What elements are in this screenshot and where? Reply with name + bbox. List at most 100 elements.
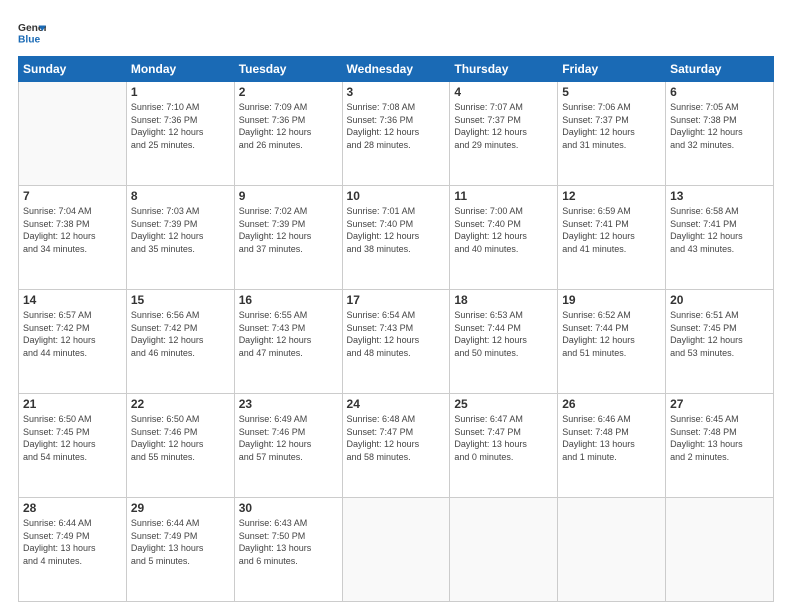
day-info: Sunrise: 6:50 AM Sunset: 7:45 PM Dayligh…: [23, 413, 122, 463]
logo: General Blue: [18, 18, 46, 46]
day-info: Sunrise: 6:56 AM Sunset: 7:42 PM Dayligh…: [131, 309, 230, 359]
logo-icon: General Blue: [18, 18, 46, 46]
day-cell: 22Sunrise: 6:50 AM Sunset: 7:46 PM Dayli…: [126, 394, 234, 498]
day-cell: [19, 82, 127, 186]
day-cell: 1 Sunrise: 7:10 AM Sunset: 7:36 PM Daylig…: [126, 82, 234, 186]
day-number: 14: [23, 293, 122, 307]
weekday-cell: Tuesday: [234, 57, 342, 82]
day-info: Sunrise: 7:05 AM Sunset: 7:38 PM Dayligh…: [670, 101, 769, 151]
day-info: Sunrise: 7:03 AM Sunset: 7:39 PM Dayligh…: [131, 205, 230, 255]
day-number: 25: [454, 397, 553, 411]
day-number: 18: [454, 293, 553, 307]
day-cell: 27 Sunrise: 6:45 AM Sunset: 7:48 PM Dayli…: [666, 394, 774, 498]
day-cell: 10 Sunrise: 7:01 AM Sunset: 7:40 PM Dayli…: [342, 186, 450, 290]
day-info: Sunrise: 7:00 AM Sunset: 7:40 PM Dayligh…: [454, 205, 553, 255]
day-number: 21: [23, 397, 122, 411]
day-number: 5: [562, 85, 661, 99]
week-row: 21 Sunrise: 6:50 AM Sunset: 7:45 PM Dayli…: [19, 394, 774, 498]
day-number: 7: [23, 189, 122, 203]
day-info: Sunrise: 6:51 AM Sunset: 7:45 PM Dayligh…: [670, 309, 769, 359]
day-info: Sunrise: 7:04 AM Sunset: 7:38 PM Dayligh…: [23, 205, 122, 255]
weekday-cell: Wednesday: [342, 57, 450, 82]
calendar-body: 1 Sunrise: 7:10 AM Sunset: 7:36 PM Daylig…: [19, 82, 774, 602]
day-number: 24: [347, 397, 446, 411]
day-cell: 4 Sunrise: 7:07 AM Sunset: 7:37 PM Daylig…: [450, 82, 558, 186]
day-cell: 14Sunrise: 6:57 AM Sunset: 7:42 PM Dayli…: [19, 290, 127, 394]
day-cell: 30Sunrise: 6:43 AM Sunset: 7:50 PM Dayli…: [234, 498, 342, 602]
day-number: 10: [347, 189, 446, 203]
week-row: 14Sunrise: 6:57 AM Sunset: 7:42 PM Dayli…: [19, 290, 774, 394]
day-number: 23: [239, 397, 338, 411]
day-number: 3: [347, 85, 446, 99]
day-cell: 26 Sunrise: 6:46 AM Sunset: 7:48 PM Dayli…: [558, 394, 666, 498]
day-cell: 24 Sunrise: 6:48 AM Sunset: 7:47 PM Dayli…: [342, 394, 450, 498]
day-cell: 3 Sunrise: 7:08 AM Sunset: 7:36 PM Daylig…: [342, 82, 450, 186]
calendar-table: SundayMondayTuesdayWednesdayThursdayFrid…: [18, 56, 774, 602]
day-info: Sunrise: 6:44 AM Sunset: 7:49 PM Dayligh…: [23, 517, 122, 567]
day-info: Sunrise: 6:50 AM Sunset: 7:46 PM Dayligh…: [131, 413, 230, 463]
day-info: Sunrise: 6:45 AM Sunset: 7:48 PM Dayligh…: [670, 413, 769, 463]
day-info: Sunrise: 6:48 AM Sunset: 7:47 PM Dayligh…: [347, 413, 446, 463]
day-info: Sunrise: 7:08 AM Sunset: 7:36 PM Dayligh…: [347, 101, 446, 151]
day-cell: 13 Sunrise: 6:58 AM Sunset: 7:41 PM Dayli…: [666, 186, 774, 290]
day-cell: 20 Sunrise: 6:51 AM Sunset: 7:45 PM Dayli…: [666, 290, 774, 394]
week-row: 1 Sunrise: 7:10 AM Sunset: 7:36 PM Daylig…: [19, 82, 774, 186]
weekday-cell: Monday: [126, 57, 234, 82]
week-row: 28Sunrise: 6:44 AM Sunset: 7:49 PM Dayli…: [19, 498, 774, 602]
day-cell: 6 Sunrise: 7:05 AM Sunset: 7:38 PM Daylig…: [666, 82, 774, 186]
day-cell: 29 Sunrise: 6:44 AM Sunset: 7:49 PM Dayli…: [126, 498, 234, 602]
day-number: 30: [239, 501, 338, 515]
day-cell: 19Sunrise: 6:52 AM Sunset: 7:44 PM Dayli…: [558, 290, 666, 394]
weekday-cell: Saturday: [666, 57, 774, 82]
day-cell: 28Sunrise: 6:44 AM Sunset: 7:49 PM Dayli…: [19, 498, 127, 602]
day-info: Sunrise: 6:59 AM Sunset: 7:41 PM Dayligh…: [562, 205, 661, 255]
svg-text:Blue: Blue: [18, 34, 41, 45]
day-info: Sunrise: 6:46 AM Sunset: 7:48 PM Dayligh…: [562, 413, 661, 463]
day-number: 29: [131, 501, 230, 515]
day-info: Sunrise: 6:53 AM Sunset: 7:44 PM Dayligh…: [454, 309, 553, 359]
day-cell: 16 Sunrise: 6:55 AM Sunset: 7:43 PM Dayli…: [234, 290, 342, 394]
day-number: 19: [562, 293, 661, 307]
day-cell: [450, 498, 558, 602]
day-cell: [666, 498, 774, 602]
day-cell: 2Sunrise: 7:09 AM Sunset: 7:36 PM Daylig…: [234, 82, 342, 186]
day-cell: [342, 498, 450, 602]
day-info: Sunrise: 6:54 AM Sunset: 7:43 PM Dayligh…: [347, 309, 446, 359]
day-cell: 9Sunrise: 7:02 AM Sunset: 7:39 PM Daylig…: [234, 186, 342, 290]
day-info: Sunrise: 6:55 AM Sunset: 7:43 PM Dayligh…: [239, 309, 338, 359]
day-info: Sunrise: 7:09 AM Sunset: 7:36 PM Dayligh…: [239, 101, 338, 151]
day-number: 27: [670, 397, 769, 411]
day-cell: 11 Sunrise: 7:00 AM Sunset: 7:40 PM Dayli…: [450, 186, 558, 290]
day-info: Sunrise: 6:49 AM Sunset: 7:46 PM Dayligh…: [239, 413, 338, 463]
day-cell: 12 Sunrise: 6:59 AM Sunset: 7:41 PM Dayli…: [558, 186, 666, 290]
day-cell: [558, 498, 666, 602]
day-number: 13: [670, 189, 769, 203]
day-number: 12: [562, 189, 661, 203]
day-info: Sunrise: 7:02 AM Sunset: 7:39 PM Dayligh…: [239, 205, 338, 255]
day-number: 1: [131, 85, 230, 99]
day-cell: 23 Sunrise: 6:49 AM Sunset: 7:46 PM Dayli…: [234, 394, 342, 498]
day-info: Sunrise: 6:58 AM Sunset: 7:41 PM Dayligh…: [670, 205, 769, 255]
day-info: Sunrise: 6:44 AM Sunset: 7:49 PM Dayligh…: [131, 517, 230, 567]
day-info: Sunrise: 7:07 AM Sunset: 7:37 PM Dayligh…: [454, 101, 553, 151]
day-info: Sunrise: 7:01 AM Sunset: 7:40 PM Dayligh…: [347, 205, 446, 255]
day-cell: 7 Sunrise: 7:04 AM Sunset: 7:38 PM Daylig…: [19, 186, 127, 290]
day-number: 17: [347, 293, 446, 307]
day-cell: 17 Sunrise: 6:54 AM Sunset: 7:43 PM Dayli…: [342, 290, 450, 394]
header: General Blue: [18, 18, 774, 46]
day-number: 20: [670, 293, 769, 307]
day-cell: 21 Sunrise: 6:50 AM Sunset: 7:45 PM Dayli…: [19, 394, 127, 498]
day-number: 11: [454, 189, 553, 203]
page: General Blue SundayMondayTuesdayWednesda…: [0, 0, 792, 612]
day-number: 16: [239, 293, 338, 307]
day-cell: 8 Sunrise: 7:03 AM Sunset: 7:39 PM Daylig…: [126, 186, 234, 290]
day-number: 6: [670, 85, 769, 99]
day-number: 26: [562, 397, 661, 411]
day-number: 8: [131, 189, 230, 203]
day-number: 15: [131, 293, 230, 307]
day-info: Sunrise: 7:10 AM Sunset: 7:36 PM Dayligh…: [131, 101, 230, 151]
day-cell: 15 Sunrise: 6:56 AM Sunset: 7:42 PM Dayli…: [126, 290, 234, 394]
weekday-cell: Sunday: [19, 57, 127, 82]
day-number: 4: [454, 85, 553, 99]
day-cell: 5Sunrise: 7:06 AM Sunset: 7:37 PM Daylig…: [558, 82, 666, 186]
